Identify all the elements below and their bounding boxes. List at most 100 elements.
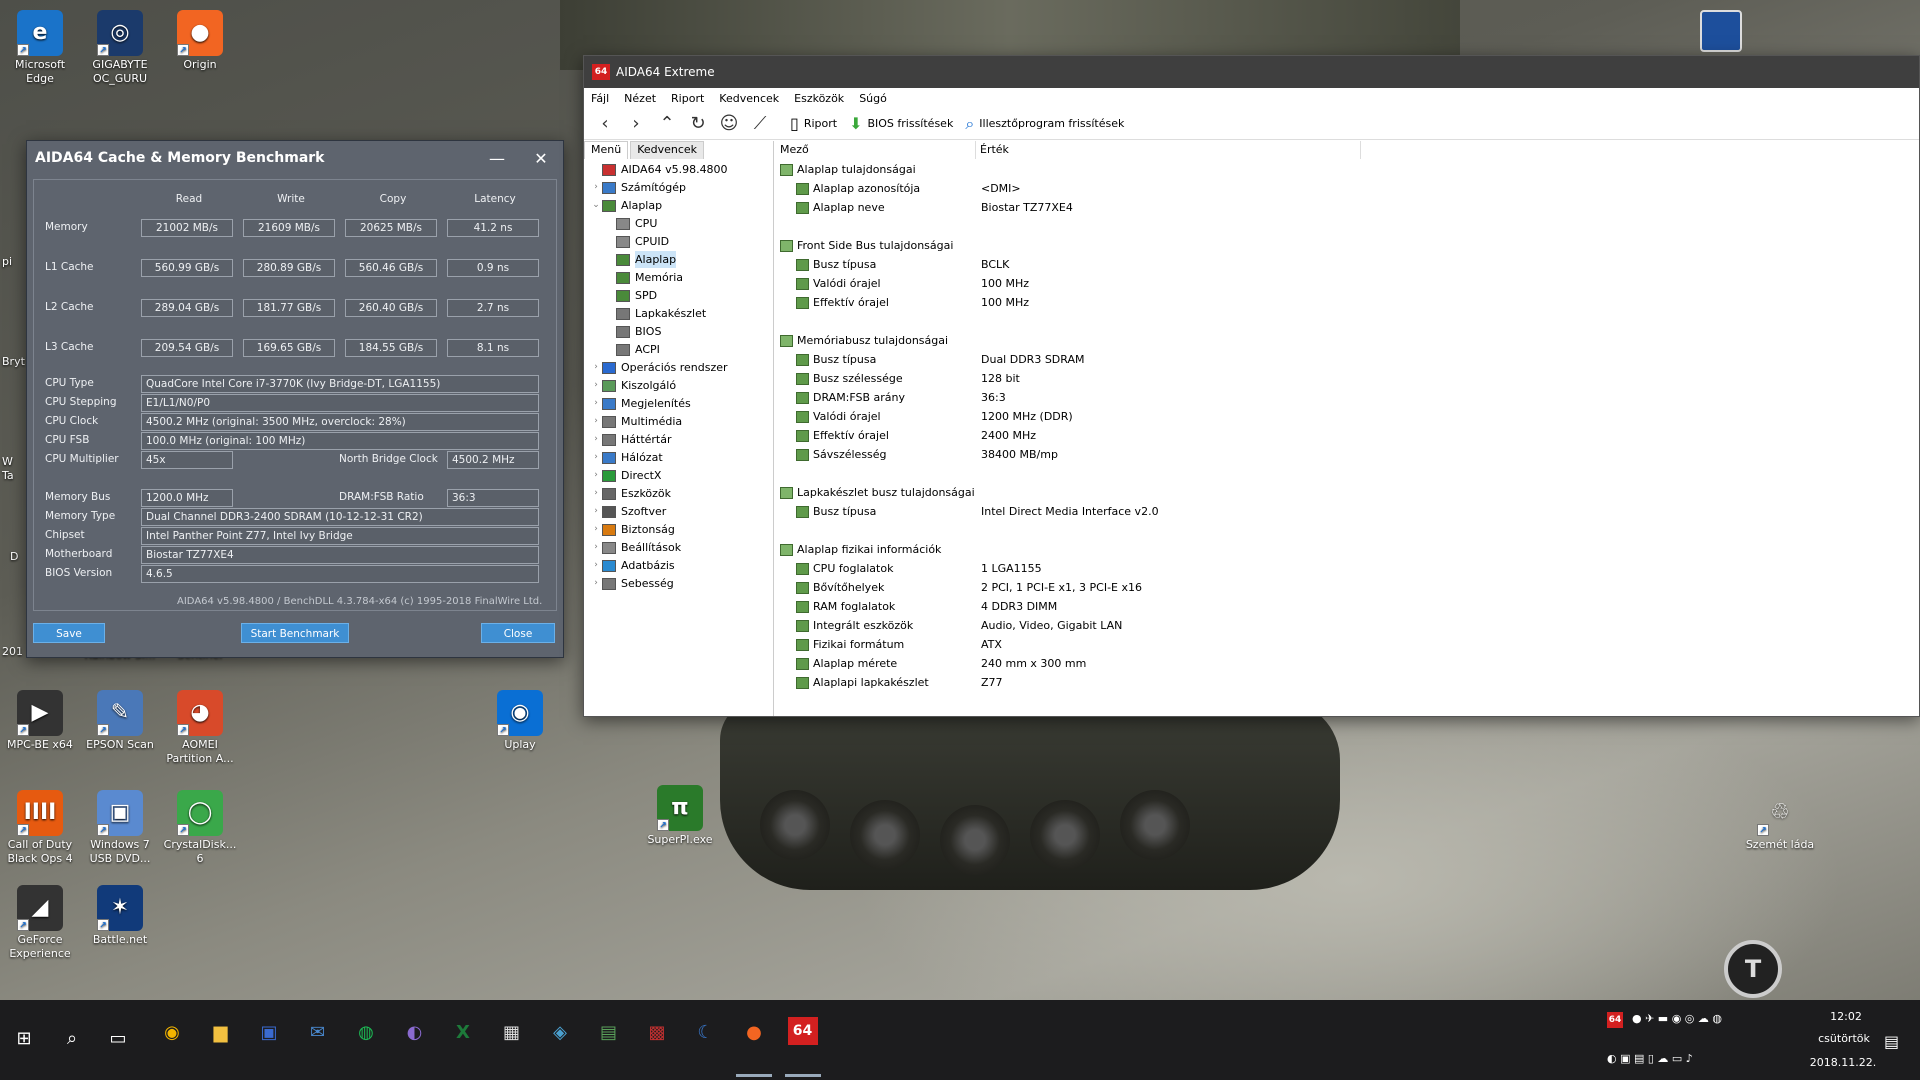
desktop-icon-13[interactable]: ♲ ↗ Szemét láda — [1740, 790, 1820, 852]
tree-item-aida64-v5-98-4800[interactable]: AIDA64 v5.98.4800 — [590, 161, 728, 178]
tree-item-kiszolgáló[interactable]: › Kiszolgáló — [590, 377, 676, 394]
forward-icon[interactable]: › — [623, 111, 649, 137]
expand-chevron-icon[interactable]: › — [590, 467, 602, 484]
field-row[interactable]: Effektív órajel — [796, 294, 889, 311]
desktop-icon-10[interactable]: ▣ ↗ Windows 7 USB DVD... — [80, 790, 160, 866]
tree-item-multimédia[interactable]: › Multimédia — [590, 413, 682, 430]
clock-day[interactable]: csütörtök — [1806, 1032, 1882, 1045]
expand-chevron-icon[interactable]: › — [590, 179, 602, 196]
desktop-icon-12[interactable]: π ↗ SuperPI.exe — [640, 785, 720, 847]
up-icon[interactable]: ⌃ — [654, 111, 680, 137]
clock-time[interactable]: 12:02 — [1816, 1010, 1876, 1023]
crescent-icon[interactable]: ☾ — [686, 1012, 726, 1052]
expand-chevron-icon[interactable]: › — [590, 539, 602, 556]
tray-icons-row2[interactable]: ◐ ▣ ▤ ▯ ☁ ▭ ♪ — [1607, 1052, 1693, 1065]
group-header[interactable]: Alaplap fizikai információk — [780, 541, 941, 558]
group-header[interactable]: Lapkakészlet busz tulajdonságai — [780, 484, 975, 501]
windows-start-icon[interactable]: ⊞ — [4, 1018, 44, 1058]
tree-item-eszközök[interactable]: › Eszközök — [590, 485, 671, 502]
desktop-icon-2[interactable]: ● ↗ Origin — [160, 10, 240, 72]
field-row[interactable]: Busz típusa — [796, 351, 876, 368]
tree-item-acpi[interactable]: ACPI — [604, 341, 660, 358]
menu-3[interactable]: Kedvencek — [719, 92, 779, 105]
field-row[interactable]: Busz típusa — [796, 503, 876, 520]
desktop-icon-11[interactable]: ◯ ↗ CrystalDisk... 6 — [160, 790, 240, 866]
tree-item-memória[interactable]: Memória — [604, 269, 683, 286]
spotify-icon[interactable]: ◍ — [346, 1012, 386, 1052]
field-row[interactable]: Alaplap mérete — [796, 655, 897, 672]
field-row[interactable]: Bővítőhelyek — [796, 579, 884, 596]
tree-item-sebesség[interactable]: › Sebesség — [590, 575, 674, 592]
field-row[interactable]: DRAM:FSB arány — [796, 389, 905, 406]
expand-chevron-icon[interactable]: › — [590, 431, 602, 448]
tree-item-cpu[interactable]: CPU — [604, 215, 657, 232]
floppy-icon[interactable]: ▣ — [249, 1012, 289, 1052]
thunderbird-icon[interactable]: ✉ — [298, 1012, 338, 1052]
expand-chevron-icon[interactable]: › — [590, 503, 602, 520]
menu-4[interactable]: Eszközök — [794, 92, 844, 105]
field-row[interactable]: Valódi órajel — [796, 408, 881, 425]
notification-icon[interactable]: ▤ — [1884, 1032, 1899, 1051]
expand-chevron-icon[interactable]: › — [590, 557, 602, 574]
menu-5[interactable]: Súgó — [859, 92, 887, 105]
group-header[interactable]: Alaplap tulajdonságai — [780, 161, 916, 178]
origin-icon[interactable]: ● — [734, 1012, 774, 1052]
tray-icons[interactable]: ● ✈ ▬ ◉ ◎ ☁ ◍ — [1632, 1012, 1722, 1025]
bios-updates-button[interactable]: ⬇ BIOS frissítések — [849, 114, 953, 133]
expand-chevron-icon[interactable]: › — [590, 521, 602, 538]
tree-item-hálózat[interactable]: › Hálózat — [590, 449, 662, 466]
expand-chevron-icon[interactable]: › — [590, 575, 602, 592]
folder-icon[interactable]: ▆ — [201, 1012, 241, 1052]
field-row[interactable]: Busz szélessége — [796, 370, 903, 387]
field-row[interactable]: CPU foglalatok — [796, 560, 893, 577]
field-row[interactable]: Alaplapi lapkakészlet — [796, 674, 929, 691]
expand-chevron-icon[interactable]: › — [590, 449, 602, 466]
menu-1[interactable]: Nézet — [624, 92, 656, 105]
driver-updates-button[interactable]: ⌕ Illesztőprogram frissítések — [965, 114, 1124, 134]
shield-shortcut-icon[interactable] — [1700, 10, 1742, 52]
tree-item-biztonság[interactable]: › Biztonság — [590, 521, 675, 538]
expand-chevron-icon[interactable]: › — [590, 395, 602, 412]
tab-menu[interactable]: Menü — [584, 141, 629, 159]
back-icon[interactable]: ‹ — [592, 111, 618, 137]
tree-item-megjelenítés[interactable]: › Megjelenítés — [590, 395, 691, 412]
tree-item-directx[interactable]: › DirectX — [590, 467, 661, 484]
desktop-icon-7[interactable]: ◕ ↗ AOMEI Partition A... — [160, 690, 240, 766]
tree-item-lapkakészlet[interactable]: Lapkakészlet — [604, 305, 706, 322]
tab-favorites[interactable]: Kedvencek — [630, 141, 705, 159]
chrome-icon[interactable]: ◉ — [152, 1012, 192, 1052]
tree-item-cpuid[interactable]: CPUID — [604, 233, 669, 250]
field-row[interactable]: Integrált eszközök — [796, 617, 913, 634]
desktop-icon-5[interactable]: ▶ ↗ MPC-BE x64 — [0, 690, 80, 752]
field-row[interactable]: Fizikai formátum — [796, 636, 904, 653]
tree-item-számítógép[interactable]: › Számítógép — [590, 179, 686, 196]
expand-chevron-icon[interactable]: › — [590, 485, 602, 502]
cpuz-icon[interactable]: ▩ — [637, 1012, 677, 1052]
desktop-icon-15[interactable]: ✶ ↗ Battle.net — [80, 885, 160, 947]
column-header-field[interactable]: Mező — [776, 141, 976, 159]
tree-item-bios[interactable]: BIOS — [604, 323, 661, 340]
close-icon[interactable]: ✕ — [519, 149, 563, 168]
expand-chevron-icon[interactable]: › — [590, 413, 602, 430]
vpn-icon[interactable]: ◈ — [540, 1012, 580, 1052]
minimize-button[interactable]: — — [475, 149, 519, 168]
eclipse-icon[interactable]: ◐ — [395, 1012, 435, 1052]
expand-chevron-icon[interactable]: › — [590, 359, 602, 376]
report-button[interactable]: ▯ Riport — [790, 114, 837, 133]
desktop-icon-6[interactable]: ✎ ↗ EPSON Scan — [80, 690, 160, 752]
tree-item-spd[interactable]: SPD — [604, 287, 657, 304]
aida64-tray-icon[interactable]: 64 — [1607, 1012, 1623, 1028]
desktop-icon-8[interactable]: ◉ ↗ Uplay — [480, 690, 560, 752]
calculator-icon[interactable]: ▦ — [492, 1012, 532, 1052]
tree-item-beállítások[interactable]: › Beállítások — [590, 539, 681, 556]
tree-item-alaplap[interactable]: ⌄ Alaplap — [590, 197, 662, 214]
field-row[interactable]: Busz típusa — [796, 256, 876, 273]
group-header[interactable]: Front Side Bus tulajdonságai — [780, 237, 953, 254]
aida64-icon[interactable]: 64 — [787, 1017, 818, 1045]
desktop-icon-0[interactable]: e ↗ Microsoft Edge — [0, 10, 80, 86]
field-row[interactable]: Alaplap neve — [796, 199, 885, 216]
tree-item-adatbázis[interactable]: › Adatbázis — [590, 557, 674, 574]
user-icon[interactable]: ☺ — [716, 111, 742, 137]
close-button[interactable]: Close — [481, 623, 555, 643]
menu-2[interactable]: Riport — [671, 92, 704, 105]
